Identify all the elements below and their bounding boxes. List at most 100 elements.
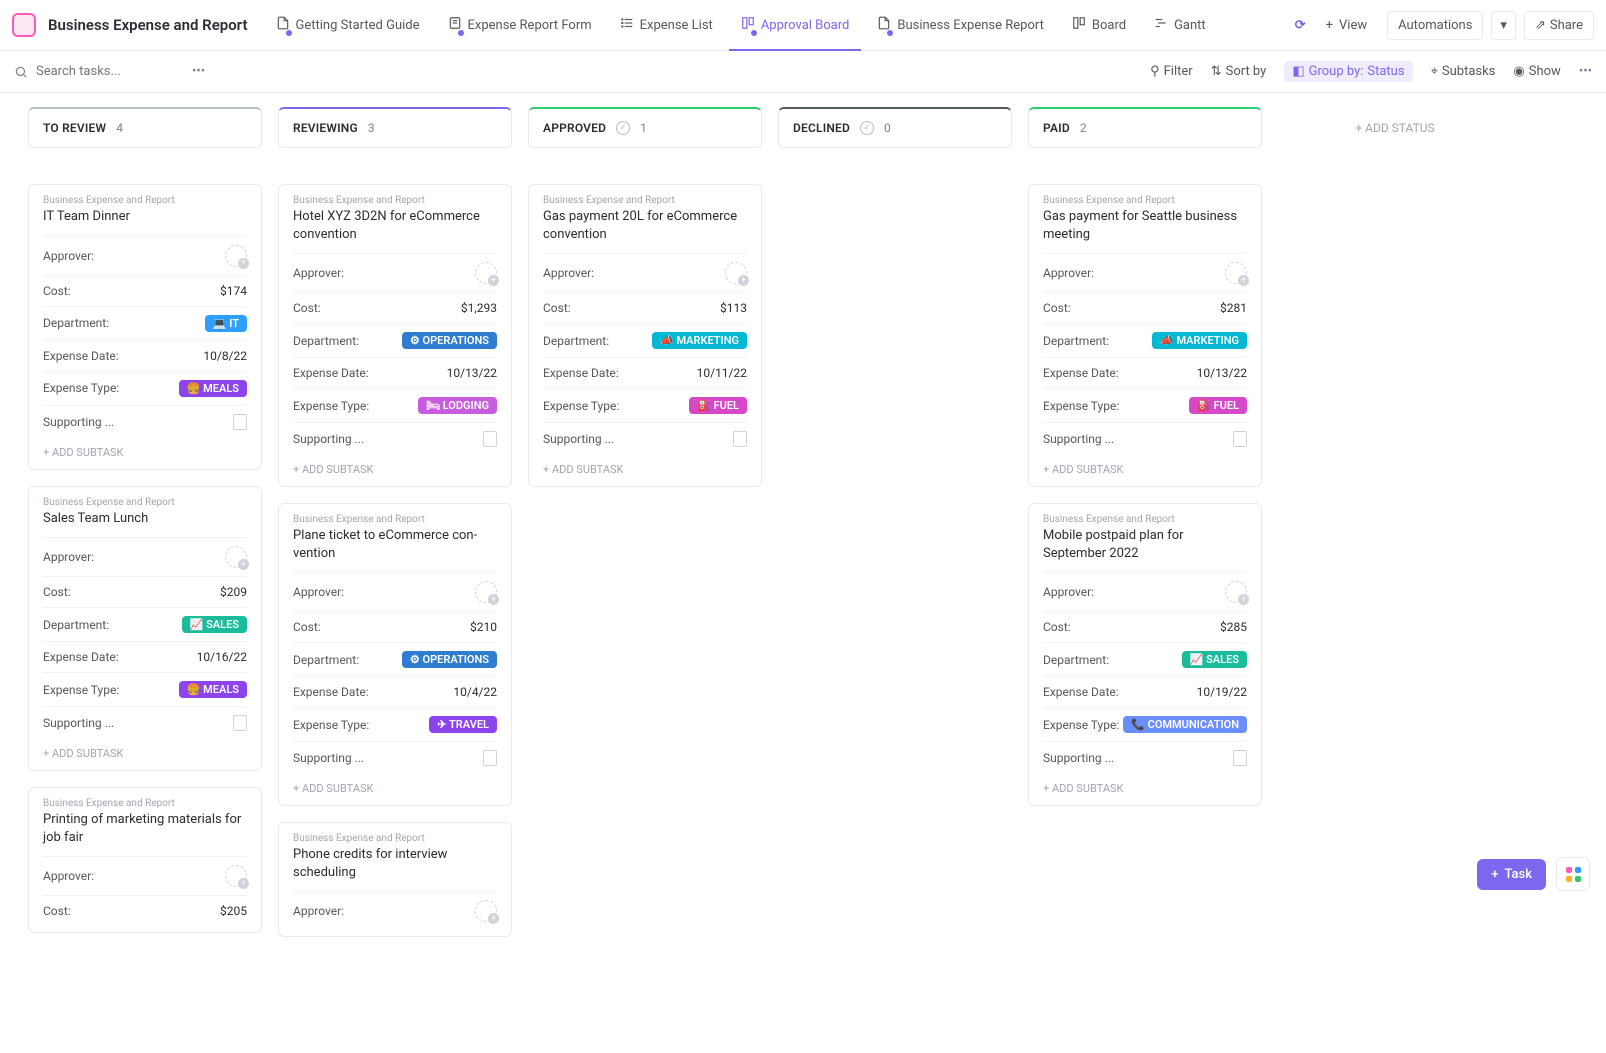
add-subtask-button[interactable]: + ADD SUBTASK bbox=[543, 455, 747, 480]
column-header[interactable]: TO REVIEW4 bbox=[28, 107, 262, 148]
approver-avatar[interactable] bbox=[1225, 581, 1247, 603]
sort-icon: ⇅ bbox=[1211, 64, 1222, 79]
approver-avatar[interactable] bbox=[225, 865, 247, 887]
department-tag[interactable]: 📣 MARKETING bbox=[1152, 332, 1247, 349]
add-subtask-button[interactable]: + ADD SUBTASK bbox=[293, 774, 497, 799]
department-tag[interactable]: 📈 SALES bbox=[1182, 651, 1247, 668]
page-title: Business Expense and Report bbox=[48, 16, 248, 34]
document-icon[interactable] bbox=[233, 715, 247, 731]
automations-dropdown[interactable]: ▾ bbox=[1491, 11, 1516, 40]
list-icon bbox=[620, 16, 634, 30]
document-icon[interactable] bbox=[233, 414, 247, 430]
apps-icon bbox=[1566, 867, 1581, 882]
date-label: Expense Date: bbox=[293, 685, 369, 699]
search-input[interactable] bbox=[36, 64, 176, 79]
task-card[interactable]: Business Expense and ReportPlane ticket … bbox=[278, 503, 512, 806]
group-by-button[interactable]: ◧Group by: Status bbox=[1284, 61, 1412, 82]
approver-label: Approver: bbox=[43, 249, 94, 263]
show-button[interactable]: ◉Show bbox=[1513, 64, 1560, 79]
type-tag[interactable]: ✈ TRAVEL bbox=[429, 716, 497, 733]
apps-button[interactable] bbox=[1556, 857, 1590, 891]
department-label: Department: bbox=[1043, 653, 1109, 667]
type-tag[interactable]: ⛽ FUEL bbox=[1189, 397, 1247, 414]
filter-button[interactable]: ⚲Filter bbox=[1150, 64, 1193, 79]
card-breadcrumb: Business Expense and Report bbox=[43, 798, 247, 809]
department-tag[interactable]: 📣 MARKETING bbox=[652, 332, 747, 349]
tab-getting-started-guide[interactable]: Getting Started Guide bbox=[264, 8, 432, 42]
tab-expense-list[interactable]: Expense List bbox=[608, 8, 725, 42]
department-tag[interactable]: ⚙ OPERATIONS bbox=[402, 332, 497, 349]
add-subtask-button[interactable]: + ADD SUBTASK bbox=[43, 438, 247, 463]
add-subtask-button[interactable]: + ADD SUBTASK bbox=[1043, 455, 1247, 480]
tab-gantt[interactable]: Gantt bbox=[1142, 8, 1218, 42]
cost-value: $210 bbox=[470, 620, 497, 634]
department-tag[interactable]: 📈 SALES bbox=[182, 616, 247, 633]
date-label: Expense Date: bbox=[293, 366, 369, 380]
sort-button[interactable]: ⇅Sort by bbox=[1211, 64, 1267, 79]
approver-avatar[interactable] bbox=[725, 262, 747, 284]
tab-board[interactable]: Board bbox=[1060, 8, 1138, 42]
department-tag[interactable]: ⚙ OPERATIONS bbox=[402, 651, 497, 668]
loading-icon: ⟳ bbox=[1295, 18, 1306, 33]
add-subtask-button[interactable]: + ADD SUBTASK bbox=[1043, 774, 1247, 799]
approver-label: Approver: bbox=[293, 266, 344, 280]
approver-avatar[interactable] bbox=[475, 900, 497, 922]
column-count: 0 bbox=[884, 121, 891, 135]
document-icon[interactable] bbox=[483, 431, 497, 447]
type-tag[interactable]: 📞 COMMUNICATION bbox=[1123, 716, 1247, 733]
type-tag[interactable]: 🛏 LODGING bbox=[418, 397, 497, 414]
add-subtask-button[interactable]: + ADD SUBTASK bbox=[293, 455, 497, 480]
cost-label: Cost: bbox=[1043, 301, 1071, 315]
column-header[interactable]: DECLINED✓0 bbox=[778, 107, 1012, 148]
column-header[interactable]: APPROVED✓1 bbox=[528, 107, 762, 148]
column-header[interactable]: REVIEWING3 bbox=[278, 107, 512, 148]
share-button[interactable]: ⇗Share bbox=[1524, 11, 1594, 40]
date-label: Expense Date: bbox=[43, 650, 119, 664]
tab-business-expense-report[interactable]: Business Expense Report bbox=[865, 8, 1056, 42]
type-label: Expense Type: bbox=[1043, 399, 1119, 413]
add-status-button[interactable]: + ADD STATUS bbox=[1278, 107, 1512, 149]
supporting-label: Supporting ... bbox=[1043, 751, 1114, 765]
approver-avatar[interactable] bbox=[225, 546, 247, 568]
kanban-board: TO REVIEW4 Business Expense and ReportIT … bbox=[0, 93, 1606, 1053]
approver-avatar[interactable] bbox=[1225, 262, 1247, 284]
date-value: 10/11/22 bbox=[697, 366, 747, 380]
task-card[interactable]: Business Expense and ReportHotel XYZ 3D2… bbox=[278, 184, 512, 487]
task-card[interactable]: Business Expense and ReportIT Team Dinne… bbox=[28, 184, 262, 470]
type-tag[interactable]: 🍔 MEALS bbox=[179, 681, 247, 698]
cost-value: $174 bbox=[220, 284, 247, 298]
subtasks-button[interactable]: ⌖Subtasks bbox=[1431, 64, 1496, 79]
department-tag[interactable]: 💻 IT bbox=[205, 315, 247, 332]
card-breadcrumb: Business Expense and Report bbox=[293, 514, 497, 525]
type-tag[interactable]: 🍔 MEALS bbox=[179, 380, 247, 397]
more-icon[interactable]: ••• bbox=[192, 64, 205, 79]
new-task-button[interactable]: +Task bbox=[1477, 859, 1546, 890]
approver-avatar[interactable] bbox=[475, 262, 497, 284]
column-to-review: TO REVIEW4 Business Expense and ReportIT … bbox=[28, 107, 262, 949]
approver-avatar[interactable] bbox=[475, 581, 497, 603]
approver-avatar[interactable] bbox=[225, 245, 247, 267]
type-label: Expense Type: bbox=[293, 399, 369, 413]
column-header[interactable]: PAID2 bbox=[1028, 107, 1262, 148]
toolbar: ••• ⚲Filter ⇅Sort by ◧Group by: Status ⌖… bbox=[0, 51, 1606, 93]
date-label: Expense Date: bbox=[1043, 685, 1119, 699]
task-card[interactable]: Business Expense and ReportGas payment 2… bbox=[528, 184, 762, 487]
column-count: 2 bbox=[1080, 121, 1087, 135]
toolbar-more-icon[interactable]: ••• bbox=[1579, 64, 1592, 79]
task-card[interactable]: Business Expense and ReportPrinting of m… bbox=[28, 787, 262, 933]
tab-approval-board[interactable]: Approval Board bbox=[729, 8, 862, 42]
task-card[interactable]: Business Expense and ReportSales Team Lu… bbox=[28, 486, 262, 772]
document-icon[interactable] bbox=[483, 750, 497, 766]
approver-label: Approver: bbox=[293, 904, 344, 918]
document-icon[interactable] bbox=[1233, 431, 1247, 447]
task-card[interactable]: Business Expense and ReportMobile postpa… bbox=[1028, 503, 1262, 806]
add-subtask-button[interactable]: + ADD SUBTASK bbox=[43, 739, 247, 764]
document-icon[interactable] bbox=[733, 431, 747, 447]
automations-button[interactable]: Automations bbox=[1387, 11, 1483, 40]
task-card[interactable]: Business Expense and ReportGas payment f… bbox=[1028, 184, 1262, 487]
document-icon[interactable] bbox=[1233, 750, 1247, 766]
type-tag[interactable]: ⛽ FUEL bbox=[689, 397, 747, 414]
add-view-button[interactable]: +View bbox=[1314, 10, 1380, 41]
tab-expense-report-form[interactable]: Expense Report Form bbox=[436, 8, 604, 42]
task-card[interactable]: Business Expense and ReportPhone credits… bbox=[278, 822, 512, 937]
